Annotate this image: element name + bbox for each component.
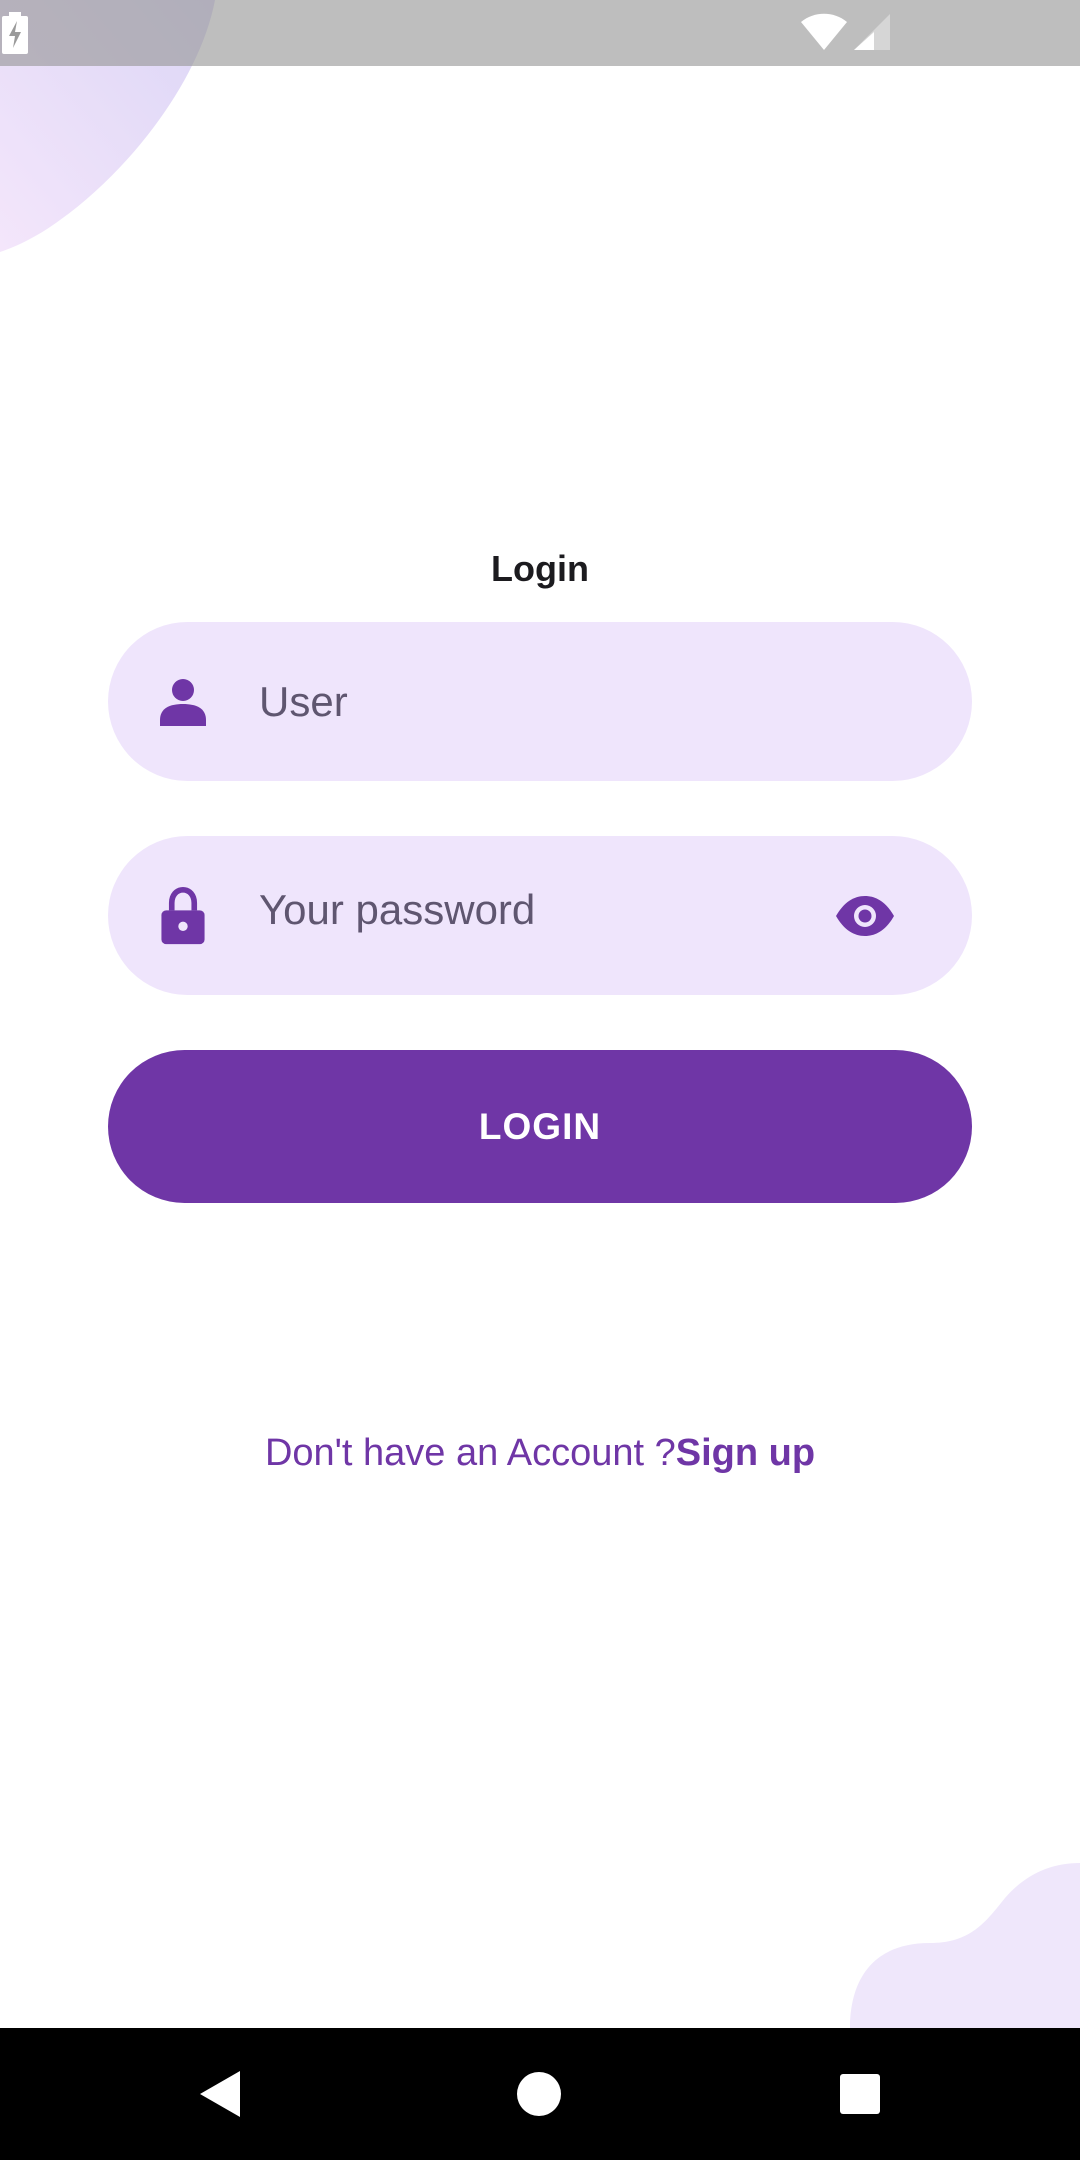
recent-apps-icon[interactable] (839, 2073, 881, 2115)
battery-charging-icon (2, 12, 28, 54)
person-icon (160, 678, 206, 726)
login-screen: Login User Your password LOGIN Don't hav… (0, 0, 1080, 2160)
wifi-icon (801, 13, 847, 50)
page-title: Login (491, 548, 589, 589)
signup-prompt: Don't have an Account ?Sign up (0, 1432, 1080, 1475)
decorative-blob-bottom (850, 1863, 1080, 2028)
user-input-placeholder: User (259, 677, 348, 725)
password-field[interactable]: Your password (108, 836, 972, 995)
signup-link[interactable]: Sign up (676, 1432, 815, 1474)
status-bar (0, 0, 1080, 66)
signup-prompt-text: Don't have an Account ? (264, 1432, 676, 1474)
login-button[interactable]: LOGIN (108, 1050, 972, 1203)
eye-icon[interactable] (834, 894, 896, 938)
signal-icon (854, 14, 890, 50)
back-icon[interactable] (198, 2069, 242, 2119)
user-field[interactable]: User (108, 622, 972, 781)
lock-icon (161, 886, 205, 944)
password-input-placeholder: Your password (259, 885, 536, 933)
home-icon[interactable] (516, 2071, 562, 2117)
navigation-bar (0, 2028, 1080, 2160)
